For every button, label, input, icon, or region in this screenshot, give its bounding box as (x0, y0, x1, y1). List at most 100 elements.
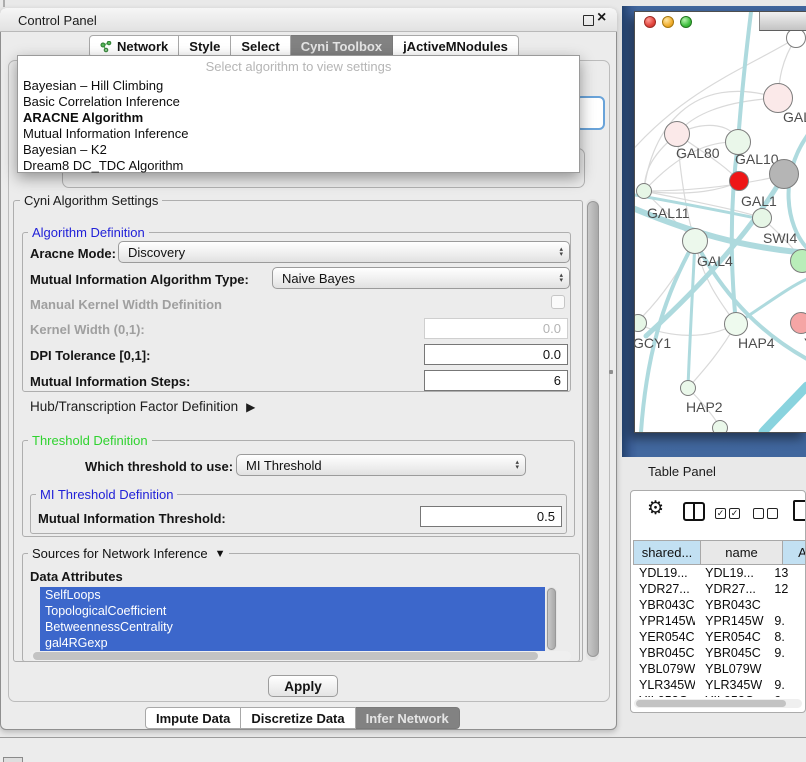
table-cell[interactable]: 8. (770, 630, 806, 644)
table-row[interactable]: YLR345WYLR345W9. (633, 677, 806, 693)
settings-vertical-scrollbar-thumb[interactable] (587, 201, 599, 657)
table-row[interactable]: YBR043CYBR043C (633, 597, 806, 613)
apply-button[interactable]: Apply (268, 675, 338, 697)
network-canvas[interactable]: GALGAL80GAL10GAL1GAL11GAL4SWI4GCY1HAP4YH… (635, 12, 806, 432)
close-traffic-light[interactable] (644, 16, 656, 28)
select-all-icon-2[interactable]: ✓ (729, 508, 740, 519)
column-header-shared[interactable]: shared... (633, 540, 701, 565)
table-cell[interactable]: YBR045C (633, 646, 695, 660)
deselect-all-icon-2[interactable] (767, 508, 778, 519)
node-gal80[interactable] (664, 121, 690, 147)
tab-infer-network[interactable]: Infer Network (356, 707, 460, 729)
node[interactable] (712, 420, 728, 433)
manual-kernel-width-checkbox[interactable] (551, 295, 565, 309)
table-cell[interactable]: YIL052C (695, 694, 770, 697)
table-cell[interactable]: YDL19... (633, 566, 695, 580)
table-cell[interactable]: YIL052C (633, 694, 695, 697)
column-header-a[interactable]: A (783, 540, 806, 565)
close-icon[interactable]: × (597, 10, 606, 26)
zoom-traffic-light[interactable] (680, 16, 692, 28)
which-threshold-select[interactable]: MI Threshold ▴▾ (236, 454, 526, 476)
mi-algorithm-type-select[interactable]: Naive Bayes ▴▾ (272, 267, 570, 289)
node-swi4[interactable] (790, 249, 806, 273)
table-row[interactable]: YIL052CYIL052C9 (633, 693, 806, 697)
node-label-gal11: GAL11 (647, 205, 690, 221)
node-gal1[interactable] (752, 208, 772, 228)
select-all-icon[interactable]: ✓ (715, 508, 726, 519)
table-cell[interactable]: 9 (770, 694, 806, 697)
node-y[interactable] (790, 312, 806, 334)
table-cell[interactable]: YDR27... (695, 582, 770, 596)
table-row[interactable]: YBL079WYBL079W (633, 661, 806, 677)
dpi-tolerance-field[interactable]: 0.0 (424, 344, 568, 365)
node-gal11[interactable] (636, 183, 652, 199)
dropdown-item-bayesian-k2[interactable]: Bayesian – K2 (18, 142, 579, 158)
minimize-traffic-light[interactable] (662, 16, 674, 28)
table-horizontal-scrollbar-thumb[interactable] (636, 700, 786, 707)
mi-steps-field[interactable]: 6 (424, 370, 568, 391)
network-window[interactable]: GALGAL80GAL10GAL1GAL11GAL4SWI4GCY1HAP4YH… (634, 11, 806, 433)
table-row[interactable]: YDR27...YDR27...12 (633, 581, 806, 597)
table-cell[interactable]: YDR27... (633, 582, 695, 596)
table-row[interactable]: YBR045CYBR045C9. (633, 645, 806, 661)
deselect-all-icon[interactable] (753, 508, 764, 519)
dropdown-item-mutual-information-inference[interactable]: Mutual Information Inference (18, 126, 579, 142)
sources-horizontal-scrollbar-thumb[interactable] (33, 652, 538, 660)
mi-threshold-field[interactable]: 0.5 (420, 506, 562, 527)
table-cell[interactable]: YBR043C (633, 598, 695, 612)
node-hap2[interactable] (680, 380, 696, 396)
node[interactable] (769, 159, 799, 189)
node-gcy1[interactable] (634, 314, 647, 332)
table-row[interactable]: YDL19...YDL19...13 (633, 565, 806, 581)
aracne-mode-label: Aracne Mode: (30, 246, 116, 261)
table-panel-card: ⚙ ✓ ✓ shared...nameA YDL19...YDL19...13Y… (630, 490, 806, 713)
columns-icon[interactable] (683, 502, 705, 521)
attributes-vertical-scrollbar-thumb[interactable] (547, 588, 556, 650)
attribute-item-selfloops[interactable]: SelfLoops (40, 587, 545, 603)
table-cell[interactable]: 9. (770, 614, 806, 628)
dropdown-item-dream8-dc-tdc-algorithm[interactable]: Dream8 DC_TDC Algorithm (18, 158, 579, 174)
table-cell[interactable]: YBR045C (695, 646, 770, 660)
node-hap4[interactable] (724, 312, 748, 336)
which-threshold-label: Which threshold to use: (85, 459, 233, 474)
table-cell[interactable]: YPR145W (633, 614, 695, 628)
table-header: shared...nameA (633, 540, 806, 565)
table-cell[interactable]: YDL19... (695, 566, 770, 580)
table-cell[interactable]: YER054C (695, 630, 770, 644)
dropdown-item-basic-correlation-inference[interactable]: Basic Correlation Inference (18, 94, 579, 110)
table-row[interactable]: YPR145WYPR145W9. (633, 613, 806, 629)
table-cell[interactable]: 12 (770, 582, 806, 596)
attribute-item-betweennesscentrality[interactable]: BetweennessCentrality (40, 619, 545, 635)
page-icon[interactable] (793, 500, 806, 521)
table-cell[interactable]: YBL079W (695, 662, 770, 676)
table-cell[interactable]: 13 (770, 566, 806, 580)
node[interactable] (729, 171, 749, 191)
table-cell[interactable]: YER054C (633, 630, 695, 644)
table-cell[interactable]: YBR043C (695, 598, 770, 612)
aracne-mode-select[interactable]: Discovery ▴▾ (118, 241, 570, 263)
table-cell[interactable]: 9. (770, 646, 806, 660)
hub-definition-toggle[interactable]: Hub/Transcription Factor Definition ▶ (30, 399, 255, 414)
table-cell[interactable]: YPR145W (695, 614, 770, 628)
combo-spinner-icon: ▴▾ (559, 247, 569, 257)
dropdown-item-aracne-algorithm[interactable]: ARACNE Algorithm (18, 110, 579, 126)
float-window-icon[interactable] (583, 15, 594, 26)
table-cell[interactable]: 9. (770, 678, 806, 692)
panel-divider-mark (609, 370, 613, 374)
table-cell[interactable]: YLR345W (633, 678, 695, 692)
table-cell[interactable]: YBL079W (633, 662, 695, 676)
attribute-item-gal4rgexp[interactable]: gal4RGexp (40, 635, 545, 651)
table-cell[interactable]: YLR345W (695, 678, 770, 692)
attribute-item-topologicalcoefficient[interactable]: TopologicalCoefficient (40, 603, 545, 619)
gear-icon[interactable]: ⚙ (647, 497, 664, 520)
tab-impute-data[interactable]: Impute Data (145, 707, 241, 729)
dropdown-item-bayesian-hill-climbing[interactable]: Bayesian – Hill Climbing (18, 78, 579, 94)
column-header-name[interactable]: name (701, 540, 783, 565)
manual-kernel-width-label: Manual Kernel Width Definition (30, 297, 222, 312)
tab-discretize-data[interactable]: Discretize Data (241, 707, 355, 729)
node[interactable] (786, 28, 806, 48)
table-row[interactable]: YER054CYER054C8. (633, 629, 806, 645)
kernel-width-field[interactable]: 0.0 (424, 318, 568, 339)
sources-group-title[interactable]: Sources for Network Inference ▼ (28, 546, 229, 561)
node-gal4[interactable] (682, 228, 708, 254)
